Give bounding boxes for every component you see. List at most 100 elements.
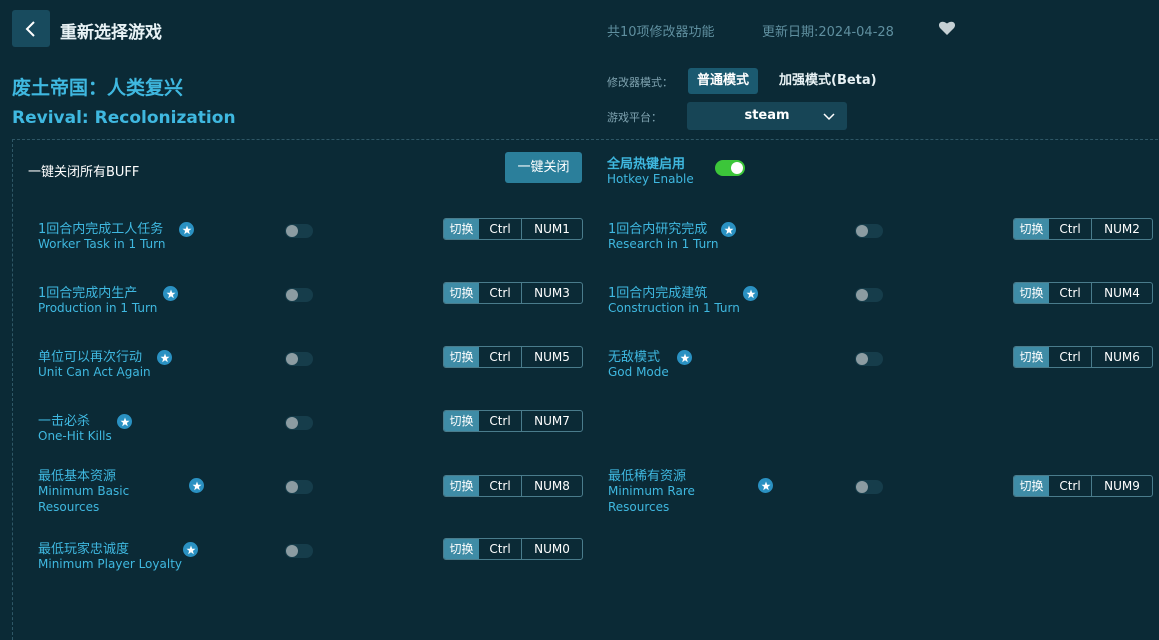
star-icon[interactable] [189, 478, 204, 493]
cheat-name-en: Production in 1 Turn [38, 301, 158, 315]
num-key: NUM9 [1104, 479, 1140, 493]
game-title-en: Revival: Recolonization [12, 108, 236, 128]
hotkey-group[interactable]: 切换 Ctrl NUM0 [443, 538, 583, 560]
cheat-name-cn: 1回合完成内生产 [38, 286, 138, 301]
cheat-name-cn: 无敌模式 [608, 350, 661, 365]
star-icon[interactable] [117, 414, 132, 429]
hotkey-group[interactable]: 切换 Ctrl NUM1 [443, 218, 583, 240]
cheat-row: 无敌模式 God Mode 切换 Ctrl NUM6 [608, 346, 1159, 396]
cheat-row: 一击必杀 One-Hit Kills 切换 Ctrl NUM7 [38, 410, 608, 460]
star-icon[interactable] [721, 222, 736, 237]
star-icon[interactable] [743, 286, 758, 301]
star-icon[interactable] [163, 286, 178, 301]
switch-key: 切换 [1014, 476, 1049, 496]
chevron-down-icon [823, 113, 835, 121]
cheat-name-cn: 最低稀有资源 [608, 469, 687, 484]
update-date: 更新日期:2024-04-28 [762, 25, 894, 40]
cheat-name-cn: 1回合内研究完成 [608, 222, 708, 237]
hotkey-group[interactable]: 切换 Ctrl NUM3 [443, 282, 583, 304]
ctrl-key: Ctrl [479, 476, 522, 496]
ctrl-key: Ctrl [479, 411, 522, 431]
feature-count: 共10项修改器功能 [607, 25, 715, 40]
ctrl-key: Ctrl [479, 219, 522, 239]
hotkey-group[interactable]: 切换 Ctrl NUM9 [1013, 475, 1153, 497]
num-key: NUM5 [534, 350, 570, 364]
page-title: 重新选择游戏 [60, 23, 162, 43]
hotkey-label-cn: 全局热键启用 [607, 157, 686, 172]
cheat-row: 1回合内研究完成 Research in 1 Turn 切换 Ctrl NUM2 [608, 218, 1159, 268]
hotkey-group[interactable]: 切换 Ctrl NUM6 [1013, 346, 1153, 368]
hotkey-group[interactable]: 切换 Ctrl NUM2 [1013, 218, 1153, 240]
cheat-name-cn: 最低玩家忠诚度 [38, 542, 130, 557]
num-key: NUM4 [1104, 286, 1140, 300]
cheat-name-cn: 1回合内完成工人任务 [38, 222, 164, 237]
ctrl-key: Ctrl [1049, 219, 1092, 239]
off-all-button[interactable]: 一键关闭 [505, 152, 582, 183]
num-key: NUM1 [534, 222, 570, 236]
toggle-knob [731, 162, 743, 174]
beta-mode-button[interactable]: 加强模式(Beta) [770, 68, 886, 94]
cheat-toggle[interactable] [855, 288, 883, 302]
cheat-toggle[interactable] [285, 224, 313, 238]
cheat-name-cn: 单位可以再次行动 [38, 350, 143, 365]
ctrl-key: Ctrl [1049, 283, 1092, 303]
cheat-toggle[interactable] [285, 480, 313, 494]
ctrl-key: Ctrl [1049, 347, 1092, 367]
switch-key: 切换 [1014, 347, 1049, 367]
cheat-name-cn: 一击必杀 [38, 414, 91, 429]
cheat-toggle[interactable] [855, 352, 883, 366]
num-key: NUM2 [1104, 222, 1140, 236]
normal-mode-button[interactable]: 普通模式 [688, 68, 759, 94]
cheat-name-en: Minimum Player Loyalty [38, 557, 182, 571]
num-key: NUM3 [534, 286, 570, 300]
star-icon[interactable] [179, 222, 194, 237]
mode-label: 修改器模式： [607, 76, 673, 89]
cheat-row: 最低基本资源 Minimum Basic Resources 切换 Ctrl NUM… [38, 465, 608, 515]
cheat-toggle[interactable] [285, 288, 313, 302]
back-button[interactable] [12, 10, 50, 47]
cheat-toggle[interactable] [285, 544, 313, 558]
cheat-name-en: Minimum Basic Resources [38, 484, 130, 514]
switch-key: 切换 [1014, 219, 1049, 239]
cheat-toggle[interactable] [855, 480, 883, 494]
cheat-row: 1回合完成内生产 Production in 1 Turn 切换 Ctrl NUM3 [38, 282, 608, 332]
off-all-label: 一键关闭所有BUFF [28, 165, 140, 180]
switch-key: 切换 [1014, 283, 1049, 303]
game-title-cn: 废土帝国：人类复兴 [12, 77, 184, 99]
star-icon[interactable] [183, 542, 198, 557]
ctrl-key: Ctrl [479, 347, 522, 367]
star-icon[interactable] [758, 478, 773, 493]
num-key: NUM7 [534, 414, 570, 428]
ctrl-key: Ctrl [479, 539, 522, 559]
hotkey-group[interactable]: 切换 Ctrl NUM4 [1013, 282, 1153, 304]
ctrl-key: Ctrl [1049, 476, 1092, 496]
cheat-name-cn: 最低基本资源 [38, 469, 117, 484]
chevron-left-icon [25, 20, 35, 37]
hotkey-group[interactable]: 切换 Ctrl NUM7 [443, 410, 583, 432]
switch-key: 切换 [444, 476, 479, 496]
hotkey-group[interactable]: 切换 Ctrl NUM5 [443, 346, 583, 368]
cheat-row: 1回合内完成建筑 Construction in 1 Turn 切换 Ctrl NU… [608, 282, 1159, 332]
cheat-row: 单位可以再次行动 Unit Can Act Again 切换 Ctrl NUM5 [38, 346, 608, 396]
heart-icon[interactable] [938, 20, 956, 36]
num-key: NUM0 [534, 542, 570, 556]
cheat-row: 最低玩家忠诚度 Minimum Player Loyalty 切换 Ctrl NUM… [38, 538, 608, 588]
hotkey-label-en: Hotkey Enable [607, 172, 694, 186]
cheat-toggle[interactable] [285, 352, 313, 366]
cheat-name-cn: 1回合内完成建筑 [608, 286, 708, 301]
switch-key: 切换 [444, 411, 479, 431]
switch-key: 切换 [444, 219, 479, 239]
hotkey-group[interactable]: 切换 Ctrl NUM8 [443, 475, 583, 497]
switch-key: 切换 [444, 283, 479, 303]
hotkey-toggle[interactable] [715, 160, 745, 176]
cheat-name-en: Unit Can Act Again [38, 365, 151, 379]
cheat-toggle[interactable] [285, 416, 313, 430]
star-icon[interactable] [157, 350, 172, 365]
ctrl-key: Ctrl [479, 283, 522, 303]
star-icon[interactable] [677, 350, 692, 365]
cheat-name-en: One-Hit Kills [38, 429, 112, 443]
platform-select[interactable]: steam [687, 102, 847, 130]
cheat-name-en: Minimum Rare Resources [608, 484, 695, 514]
cheat-toggle[interactable] [855, 224, 883, 238]
cheat-name-en: Construction in 1 Turn [608, 301, 740, 315]
